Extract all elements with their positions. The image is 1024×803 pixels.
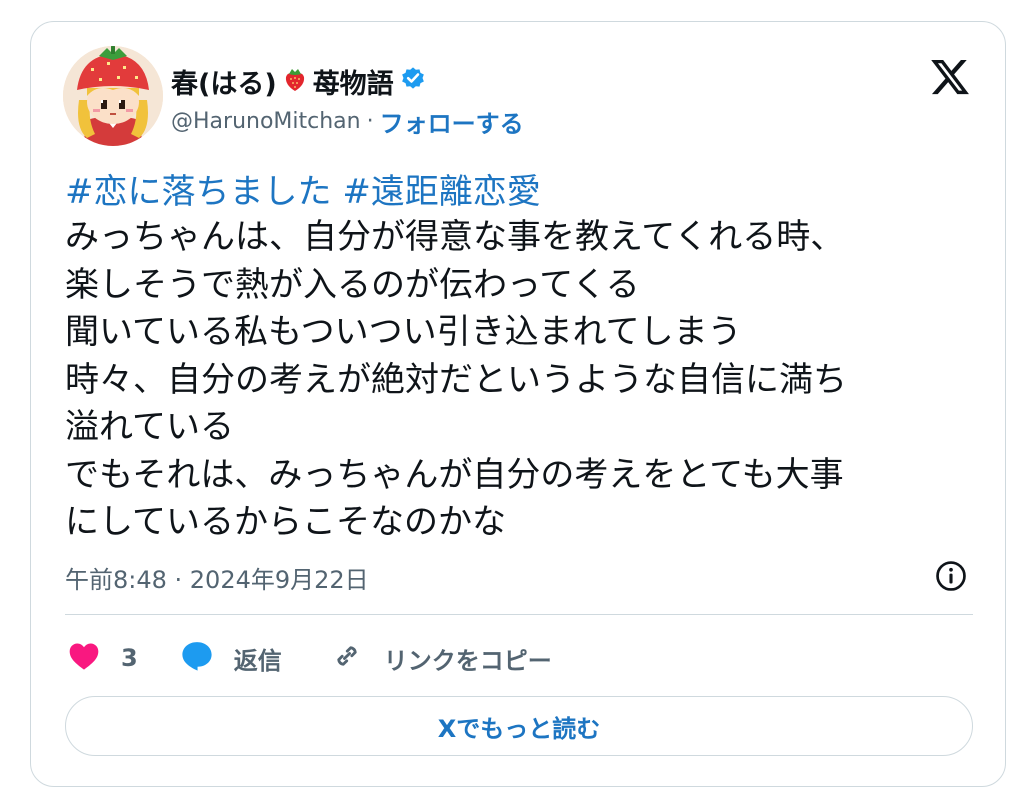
tweet-text-line: 楽しそうで熱が入るのが伝わってくる — [65, 264, 640, 305]
author-name-suffix: 苺物語 — [312, 69, 394, 100]
handle-row: @HarunoMitchan · フォローする — [171, 104, 524, 139]
tweet-text-line: にしているからこそなのかな — [65, 502, 506, 542]
action-bar: 3 返信 リンクをコピー — [67, 636, 552, 680]
author-name[interactable]: 春(はる) 苺物語 — [171, 62, 426, 101]
link-icon — [330, 639, 364, 677]
copy-link-button[interactable]: リンクをコピー — [330, 639, 552, 677]
tweet-text-line: みっちゃんは、自分が得意な事を教えてくれる時、 — [65, 217, 845, 257]
tweet-timestamp[interactable]: 午前8:48 · 2024年9月22日 — [65, 560, 369, 595]
tweet-text: みっちゃんは、自分が得意な事を教えてくれる時、 楽しそうで熱が入るのが伝わってく… — [65, 214, 985, 547]
tweet-text-line: 聞いている私もついつい引き込まれてしまう — [65, 312, 742, 352]
x-logo-icon[interactable] — [929, 56, 971, 98]
reply-label: 返信 — [233, 646, 282, 675]
verified-badge-icon — [400, 65, 426, 98]
read-more-label: Xでもっと読む — [437, 714, 601, 743]
tweet-card: 春(はる) 苺物語 @HarunoMitchan · フォローする #恋に落ちま… — [30, 21, 1006, 787]
heart-icon — [67, 641, 101, 675]
reply-button[interactable]: 返信 — [180, 640, 282, 676]
tweet-text-line: 時々、自分の考えが絶対だというような自信に満ち — [65, 359, 847, 400]
strawberry-icon — [283, 65, 307, 99]
like-button[interactable]: 3 — [67, 641, 138, 675]
author-handle[interactable]: @HarunoMitchan — [171, 109, 361, 134]
avatar[interactable] — [63, 46, 163, 146]
divider — [65, 614, 973, 615]
hashtag-link[interactable]: #遠距離恋愛 — [342, 172, 541, 212]
hashtag-line: #恋に落ちました #遠距離恋愛 — [65, 170, 541, 214]
hashtag-link[interactable]: #恋に落ちました — [65, 172, 332, 212]
author-name-text: 春(はる) — [171, 69, 277, 100]
avatar-image — [63, 46, 163, 146]
copy-link-label: リンクをコピー — [383, 646, 552, 675]
read-more-button[interactable]: Xでもっと読む — [65, 696, 973, 756]
info-icon[interactable] — [934, 559, 968, 593]
separator-dot: · — [366, 109, 374, 134]
reply-bubble-icon — [180, 640, 214, 676]
like-count: 3 — [121, 644, 138, 672]
tweet-text-line: でもそれは、みっちゃんが自分の考えをとても大事 — [65, 454, 844, 495]
follow-link[interactable]: フォローする — [380, 104, 524, 139]
tweet-text-line: 溢れている — [65, 407, 234, 447]
